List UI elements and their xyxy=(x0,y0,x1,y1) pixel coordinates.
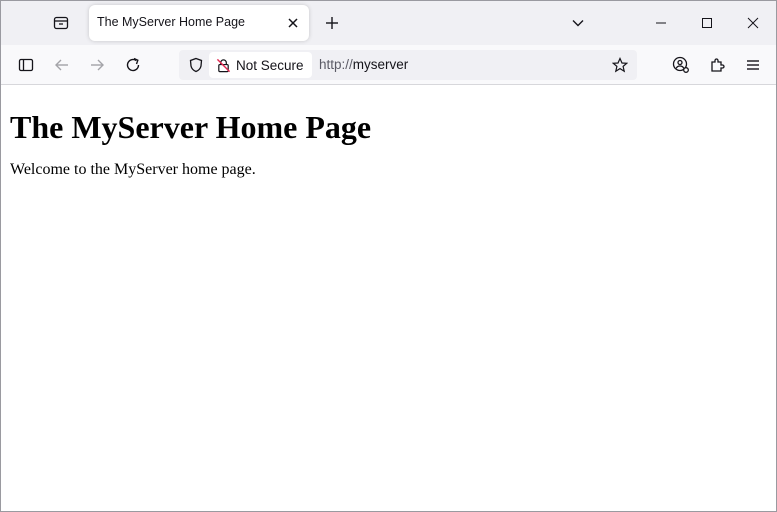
insecure-lock-icon xyxy=(216,58,231,73)
new-tab-button[interactable] xyxy=(318,9,346,37)
plus-icon xyxy=(325,16,339,30)
url-host: myserver xyxy=(352,57,409,72)
tab-close-button[interactable] xyxy=(283,13,303,33)
close-icon xyxy=(288,18,298,28)
shield-icon xyxy=(188,57,204,73)
star-icon xyxy=(612,57,628,73)
maximize-button[interactable] xyxy=(684,1,730,45)
sidebar-button[interactable] xyxy=(12,51,40,79)
browser-window: The MyServer Home Page Not Secure http:/… xyxy=(0,0,777,512)
tab-active[interactable]: The MyServer Home Page xyxy=(89,5,309,41)
site-identity-button[interactable]: Not Secure xyxy=(209,52,312,78)
sidebar-icon xyxy=(18,57,34,73)
navigation-toolbar: Not Secure http://myserver xyxy=(1,45,776,85)
minimize-icon xyxy=(655,17,667,29)
forward-button[interactable] xyxy=(83,51,111,79)
back-arrow-icon xyxy=(54,57,70,73)
bookmark-star-button[interactable] xyxy=(607,52,633,78)
firefox-view-button[interactable] xyxy=(43,9,79,37)
list-all-tabs-button[interactable] xyxy=(564,9,592,37)
chevron-down-icon xyxy=(571,16,585,30)
welcome-paragraph: Welcome to the MyServer home page. xyxy=(10,161,256,178)
page-content: The MyServer Home Page Welcome to the My… xyxy=(1,86,776,511)
forward-arrow-icon xyxy=(89,57,105,73)
close-icon xyxy=(747,17,759,29)
account-button[interactable] xyxy=(667,51,695,79)
extensions-icon xyxy=(709,57,725,73)
extensions-button[interactable] xyxy=(703,51,731,79)
app-menu-button[interactable] xyxy=(739,51,767,79)
reload-button[interactable] xyxy=(119,51,147,79)
tab-title: The MyServer Home Page xyxy=(97,15,245,29)
url-bar[interactable]: Not Secure http://myserver xyxy=(179,50,637,80)
page-heading: The MyServer Home Page xyxy=(10,109,372,145)
minimize-button[interactable] xyxy=(638,1,684,45)
reload-icon xyxy=(125,57,141,73)
menu-icon xyxy=(745,57,761,73)
maximize-icon xyxy=(701,17,713,29)
firefox-view-icon xyxy=(53,15,69,31)
account-icon xyxy=(672,56,690,74)
back-button[interactable] xyxy=(48,51,76,79)
tab-strip: The MyServer Home Page xyxy=(1,1,776,45)
window-close-button[interactable] xyxy=(730,1,776,45)
tracking-protection-button[interactable] xyxy=(183,52,209,78)
url-scheme: http:// xyxy=(319,57,353,72)
not-secure-label: Not Secure xyxy=(236,57,304,73)
url-text[interactable]: http://myserver xyxy=(319,57,408,72)
